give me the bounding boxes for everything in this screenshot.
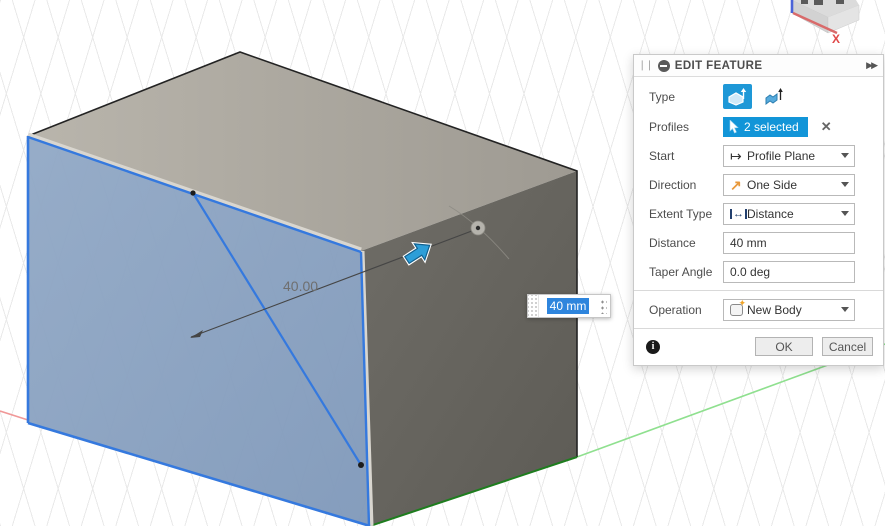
row-distance: Distance (634, 228, 883, 257)
chevron-down-icon (841, 211, 849, 216)
row-operation: Operation New Body (634, 295, 883, 324)
direction-value: One Side (747, 178, 841, 192)
viewcube[interactable]: X (792, 0, 859, 46)
row-start: Start ↦ Profile Plane (634, 141, 883, 170)
operation-dropdown[interactable]: New Body (723, 299, 855, 321)
start-dropdown[interactable]: ↦ Profile Plane (723, 145, 855, 167)
type-label: Type (649, 90, 723, 104)
row-extent-type: Extent Type ↔ Distance (634, 199, 883, 228)
row-taper-angle: Taper Angle (634, 257, 883, 286)
dialog-grip-icon[interactable]: ❘❘ (638, 60, 653, 71)
edit-feature-dialog: ❘❘ EDIT FEATURE ▶▶ Type (633, 54, 884, 366)
chevron-down-icon (841, 153, 849, 158)
profiles-label: Profiles (649, 120, 723, 134)
x-axis-line (0, 411, 28, 420)
manipulator-origin-dot (476, 226, 480, 230)
inline-dimension-value[interactable]: 40 mm (547, 298, 590, 314)
operation-value: New Body (747, 303, 841, 317)
widget-options-handle[interactable] (597, 295, 610, 317)
viewcube-x-label: X (832, 32, 840, 46)
inline-dimension-input[interactable]: 40 mm (539, 295, 597, 317)
distance-extent-icon: ↔ (730, 209, 747, 219)
extrude-thin-type-button[interactable] (760, 84, 789, 109)
collapse-icon[interactable] (658, 60, 670, 72)
one-side-icon: ↗ (730, 178, 747, 192)
sketch-vertex-top[interactable] (190, 190, 195, 195)
cancel-button[interactable]: Cancel (822, 337, 873, 356)
extrude-solid-icon (727, 87, 748, 106)
row-type: Type (634, 81, 883, 112)
extent-type-label: Extent Type (649, 207, 723, 221)
dialog-footer: i OK Cancel (634, 328, 883, 365)
dimension-value-label[interactable]: 40.00 (283, 278, 318, 294)
popout-icon[interactable]: ▶▶ (866, 60, 876, 71)
taper-angle-input[interactable] (723, 261, 855, 283)
distance-label: Distance (649, 236, 723, 250)
clear-selection-icon[interactable]: ✕ (821, 120, 832, 133)
dialog-header[interactable]: ❘❘ EDIT FEATURE ▶▶ (634, 55, 883, 77)
sketch-vertex-right[interactable] (358, 462, 364, 468)
direction-dropdown[interactable]: ↗ One Side (723, 174, 855, 196)
profiles-selection-button[interactable]: 2 selected (723, 117, 808, 137)
profile-plane-icon: ↦ (730, 149, 747, 163)
row-direction: Direction ↗ One Side (634, 170, 883, 199)
extrude-thin-icon (764, 87, 785, 106)
operation-label: Operation (649, 303, 723, 317)
extent-type-dropdown[interactable]: ↔ Distance (723, 203, 855, 225)
widget-drag-grip[interactable] (528, 295, 539, 317)
dialog-title: EDIT FEATURE (675, 60, 861, 72)
section-divider (634, 290, 883, 291)
distance-input[interactable] (723, 232, 855, 254)
modeling-viewport[interactable]: 40.00 X 40 mm (0, 0, 885, 526)
start-value: Profile Plane (747, 149, 841, 163)
profiles-count: 2 selected (744, 120, 799, 134)
extrude-solid-type-button[interactable] (723, 84, 752, 109)
row-profiles: Profiles 2 selected ✕ (634, 112, 883, 141)
direction-label: Direction (649, 178, 723, 192)
ok-button[interactable]: OK (755, 337, 813, 356)
chevron-down-icon (841, 182, 849, 187)
chevron-down-icon (841, 307, 849, 312)
taper-angle-label: Taper Angle (649, 265, 723, 279)
extent-type-value: Distance (747, 207, 841, 221)
start-label: Start (649, 149, 723, 163)
new-body-icon (730, 304, 743, 316)
inline-dimension-widget[interactable]: 40 mm (527, 294, 611, 318)
info-icon[interactable]: i (646, 340, 660, 354)
cursor-icon (729, 120, 739, 134)
